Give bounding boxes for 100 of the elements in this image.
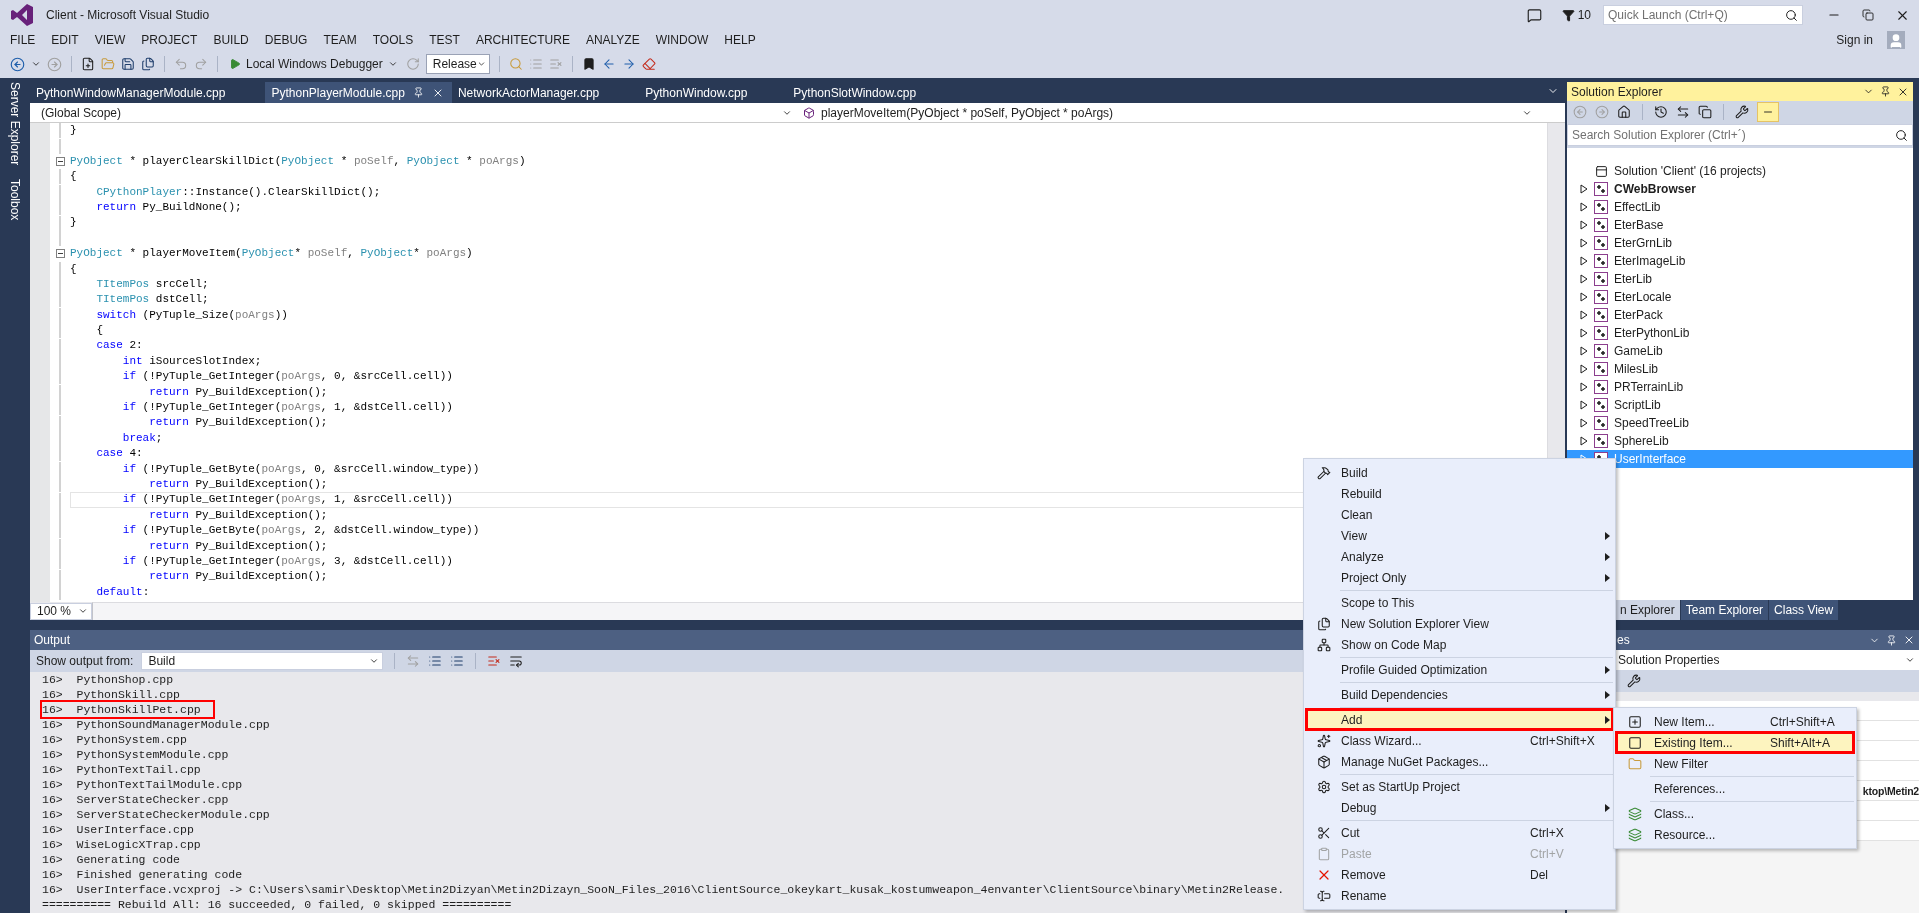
code-line: return Py_BuildException(); [148, 477, 328, 492]
menu-bar-item[interactable]: VIEW [86, 33, 134, 47]
panel-tab[interactable]: Team Explorer [1680, 600, 1769, 620]
project-name: EterPack [1614, 308, 1663, 322]
tree-item[interactable]: EterGrnLib [1567, 234, 1913, 252]
menu-item[interactable]: New Item... Ctrl+Shift+A [1616, 711, 1854, 732]
project-name: UserInterface [1614, 452, 1687, 466]
property-value: ktop\Metin2 [1862, 784, 1919, 797]
output-line: 16> Finished generating code [42, 867, 243, 882]
menu-item[interactable]: New Filter [1616, 753, 1854, 774]
menu-item[interactable]: Resource... [1616, 824, 1854, 845]
project-name: GameLib [1614, 344, 1663, 358]
member-label: playerMoveItem(PyObject * poSelf, PyObject * poArgs) [821, 105, 1114, 120]
menu-item[interactable]: Manage NuGet Packages... [1306, 751, 1613, 772]
code-line: } [70, 123, 77, 138]
menu-item[interactable]: Rebuild [1306, 483, 1613, 504]
code-line: { [70, 261, 77, 277]
code-line: if (!PyTuple_GetByte(poArgs, 0, &srcCell.window_type)) [121, 461, 480, 477]
menu-bar-item[interactable]: FILE [2, 33, 44, 47]
document-tab[interactable]: PythonWindow.cpp [639, 82, 788, 103]
menu-item[interactable]: Cut Ctrl+X [1306, 822, 1613, 843]
tree-item[interactable]: SphereLib [1567, 432, 1913, 450]
tree-item[interactable]: EterPack [1567, 306, 1913, 324]
menu-item[interactable]: Debug [1306, 797, 1613, 818]
configuration-dropdown[interactable]: Release [425, 54, 490, 74]
code-line: CPythonPlayer::Instance().ClearSkillDict(); [95, 184, 381, 200]
start-debugger-button[interactable]: Local Windows Debugger [227, 57, 400, 71]
menu-bar-item[interactable]: ARCHITECTURE [467, 33, 578, 47]
menu-item[interactable]: Clean [1306, 504, 1613, 525]
code-line: int iSourceSlotIndex; [121, 353, 262, 369]
menu-item[interactable]: Remove Del [1306, 864, 1613, 885]
menu-item[interactable]: Build Dependencies [1306, 684, 1613, 705]
code-line: return Py_BuildException(); [148, 569, 328, 585]
menu-bar-item[interactable]: TEST [421, 33, 468, 47]
menu-bar-item[interactable]: DEBUG [256, 33, 316, 47]
sign-in-link[interactable]: Sign in [1836, 33, 1873, 47]
zoom-dropdown[interactable]: 100 % [30, 602, 92, 620]
tree-item[interactable]: EterImageLib [1567, 252, 1913, 270]
output-line: 16> ServerStateCheckerModule.cpp [42, 807, 270, 822]
panel-tab[interactable]: Class View [1769, 600, 1839, 620]
document-tab[interactable]: PythonPlayerModule.cpp [265, 82, 452, 103]
output-line: 16> PythonSkill.cpp [42, 687, 181, 702]
code-line: return Py_BuildNone(); [95, 199, 242, 215]
menu-item[interactable]: Project Only [1306, 567, 1613, 588]
menu-bar-item[interactable]: BUILD [205, 33, 257, 47]
search-field[interactable]: Search Solution Explorer (Ctrl+´) [1567, 124, 1913, 146]
tree-item[interactable]: ScriptLib [1567, 396, 1913, 414]
menu-item[interactable]: New Solution Explorer View [1306, 613, 1613, 634]
code-line: return Py_BuildException(); [148, 384, 328, 400]
panel-tab[interactable]: n Explorer [1615, 600, 1680, 620]
output-line: 16> PythonSystem.cpp [42, 732, 187, 747]
project-name: EterBase [1614, 218, 1664, 232]
code-line: { [95, 323, 103, 339]
menu-item[interactable]: View [1306, 525, 1613, 546]
tree-item[interactable]: EterLib [1567, 270, 1913, 288]
quick-launch-field[interactable]: Quick Launch (Ctrl+Q) [1603, 5, 1803, 25]
panel-title: Solution Explorer [1571, 84, 1663, 99]
tree-item[interactable]: CWebBrowser [1567, 180, 1913, 198]
tree-item[interactable]: EterPythonLib [1567, 324, 1913, 342]
tree-item[interactable]: SpeedTreeLib [1567, 414, 1913, 432]
output-line: 16> UserInterface.cpp [42, 822, 194, 837]
output-line: 16> PythonShop.cpp [42, 672, 174, 687]
menu-item[interactable]: Class... [1616, 803, 1854, 824]
menu-bar-item[interactable]: HELP [716, 33, 764, 47]
tree-item[interactable]: EterLocale [1567, 288, 1913, 306]
window-title: Client - Microsoft Visual Studio [46, 8, 210, 22]
notification-count[interactable]: 10 [1577, 8, 1591, 22]
tree-item[interactable]: EterBase [1567, 216, 1913, 234]
menu-item[interactable]: Rename [1306, 885, 1613, 906]
document-tab[interactable]: NetworkActorManager.cpp [451, 82, 640, 103]
menu-bar-item[interactable]: TEAM [315, 33, 365, 47]
menu-item[interactable]: Existing Item... Shift+Alt+A [1616, 732, 1854, 753]
menu-bar-item[interactable]: EDIT [43, 33, 87, 47]
menu-item[interactable]: Analyze [1306, 546, 1613, 567]
output-source-dropdown[interactable]: Build [141, 652, 384, 670]
document-tab[interactable]: PythonSlotWindow.cpp [787, 82, 957, 103]
tree-item[interactable]: PRTerrainLib [1567, 378, 1913, 396]
side-tab[interactable]: Server Explorer [8, 80, 22, 168]
menu-bar-item[interactable]: PROJECT [133, 33, 206, 47]
menu-bar-item[interactable]: TOOLS [364, 33, 422, 47]
menu-bar-item[interactable]: WINDOW [647, 33, 717, 47]
menu-item[interactable]: Scope to This [1306, 592, 1613, 613]
code-line: if (!PyTuple_GetByte(poArgs, 2, &dstCell.window_type)) [121, 523, 480, 539]
code-line: default: [95, 584, 150, 600]
tree-item[interactable]: Solution 'Client' (16 projects) [1614, 164, 1766, 178]
tree-item[interactable]: MilesLib [1567, 360, 1913, 378]
tree-item[interactable]: EffectLib [1567, 198, 1913, 216]
project-name: SpeedTreeLib [1614, 416, 1689, 430]
menu-item[interactable]: Set as StartUp Project [1306, 776, 1613, 797]
side-tab[interactable]: Toolbox [8, 177, 22, 223]
menu-item[interactable]: References... [1616, 778, 1854, 799]
menu-bar-item[interactable]: ANALYZE [577, 33, 648, 47]
menu-item[interactable]: Add [1306, 709, 1613, 730]
project-name: EterLocale [1614, 290, 1672, 304]
menu-item[interactable]: Class Wizard... Ctrl+Shift+X [1306, 730, 1613, 751]
tree-item[interactable]: GameLib [1567, 342, 1913, 360]
document-tab[interactable]: PythonWindowManagerModule.cpp [30, 82, 266, 103]
code-line: return Py_BuildException(); [148, 538, 328, 554]
output-line: 16> WiseLogicXTrap.cpp [42, 837, 201, 852]
output-line: 16> PythonTextTail.cpp [42, 762, 201, 777]
